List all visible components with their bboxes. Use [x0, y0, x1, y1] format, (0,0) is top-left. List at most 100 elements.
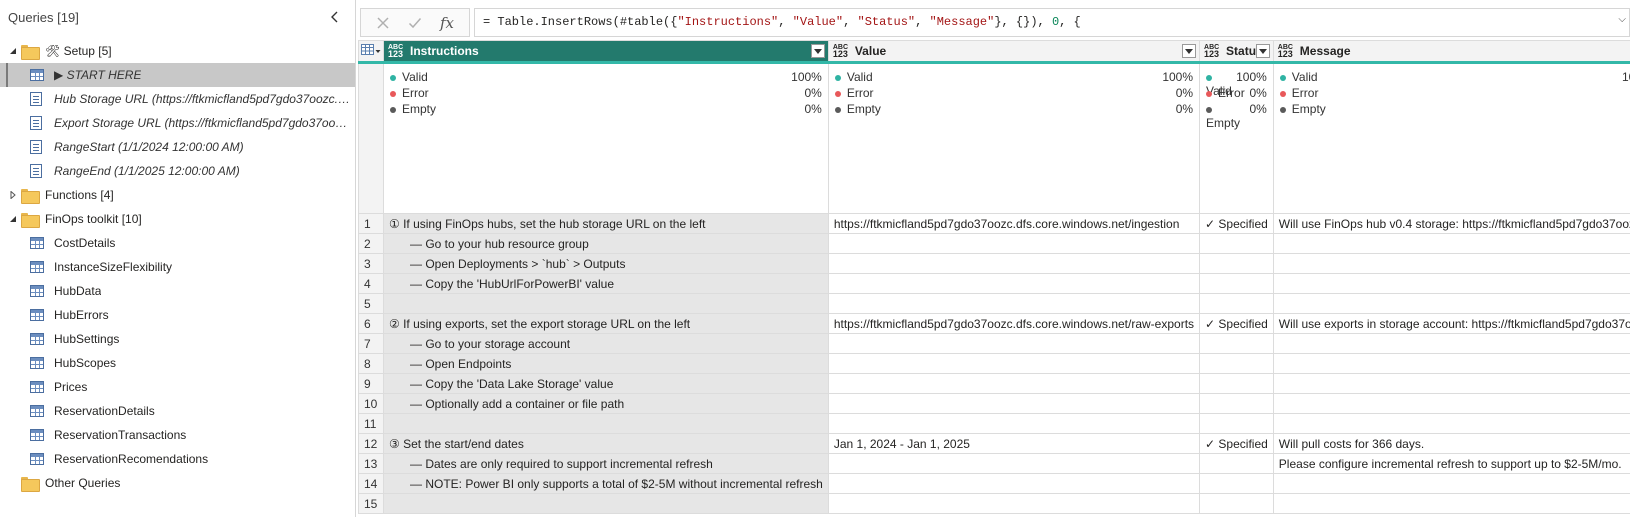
query-tree-item[interactable]: HubErrors [0, 303, 355, 327]
row-number[interactable]: 9 [358, 373, 384, 394]
cell-value[interactable] [827, 273, 1201, 294]
row-number[interactable]: 14 [358, 473, 384, 494]
query-tree-item[interactable]: Export Storage URL (https://ftkmicfland5… [0, 111, 355, 135]
row-number[interactable]: 10 [358, 393, 384, 414]
query-tree-item[interactable]: InstanceSizeFlexibility [0, 255, 355, 279]
cell-instructions[interactable]: — Optionally add a container or file pat… [383, 393, 829, 414]
cell-instructions[interactable]: — Open Endpoints [383, 353, 829, 374]
row-number[interactable]: 4 [358, 273, 384, 294]
column-header-status[interactable]: ABC 123 Status [1199, 40, 1274, 64]
cell-status[interactable] [1199, 353, 1274, 374]
cell-value[interactable] [827, 393, 1201, 414]
expanded-triangle-icon[interactable] [8, 207, 18, 231]
cell-message[interactable] [1272, 293, 1630, 314]
commit-formula-button[interactable] [403, 11, 427, 35]
query-tree-item[interactable]: HubSettings [0, 327, 355, 351]
row-number[interactable]: 13 [358, 453, 384, 474]
cell-status[interactable]: ✓ Specified [1199, 213, 1274, 234]
cell-message[interactable]: Will pull costs for 366 days. [1272, 433, 1630, 454]
collapsed-triangle-icon[interactable] [8, 471, 18, 495]
cell-instructions[interactable]: — Copy the 'HubUrlForPowerBI' value [383, 273, 829, 294]
any-type-icon[interactable]: ABC 123 [388, 44, 404, 59]
cell-message[interactable] [1272, 353, 1630, 374]
cell-status[interactable] [1199, 373, 1274, 394]
cell-value[interactable] [827, 413, 1201, 434]
collapsed-triangle-icon[interactable] [8, 183, 18, 207]
row-number[interactable]: 6 [358, 313, 384, 334]
row-number[interactable]: 3 [358, 253, 384, 274]
query-tree-item[interactable]: FinOps toolkit [10] [0, 207, 355, 231]
query-tree-item[interactable]: RangeStart (1/1/2024 12:00:00 AM) [0, 135, 355, 159]
cell-message[interactable] [1272, 273, 1630, 294]
cell-instructions[interactable]: ① If using FinOps hubs, set the hub stor… [383, 213, 829, 234]
cell-value[interactable]: https://ftkmicfland5pd7gdo37oozc.dfs.cor… [827, 213, 1201, 234]
row-number[interactable]: 12 [358, 433, 384, 454]
query-tree-item[interactable]: ReservationDetails [0, 399, 355, 423]
cell-instructions[interactable]: — Open Deployments > `hub` > Outputs [383, 253, 829, 274]
cell-status[interactable] [1199, 253, 1274, 274]
any-type-icon[interactable]: ABC 123 [1278, 44, 1294, 59]
cell-instructions[interactable]: ③ Set the start/end dates [383, 433, 829, 454]
cell-message[interactable] [1272, 253, 1630, 274]
cancel-formula-button[interactable] [371, 11, 395, 35]
cell-value[interactable] [827, 333, 1201, 354]
cell-status[interactable] [1199, 493, 1274, 514]
cell-message[interactable] [1272, 393, 1630, 414]
cell-message[interactable] [1272, 233, 1630, 254]
cell-message[interactable] [1272, 373, 1630, 394]
cell-message[interactable] [1272, 413, 1630, 434]
cell-message[interactable] [1272, 333, 1630, 354]
query-tree-item[interactable]: HubScopes [0, 351, 355, 375]
cell-status[interactable] [1199, 333, 1274, 354]
cell-status[interactable] [1199, 413, 1274, 434]
row-number[interactable]: 8 [358, 353, 384, 374]
column-header-instructions[interactable]: ABC 123 Instructions [383, 40, 829, 64]
row-number[interactable]: 1 [358, 213, 384, 234]
cell-value[interactable] [827, 473, 1201, 494]
cell-status[interactable]: ✓ Specified [1199, 313, 1274, 334]
column-header-message[interactable]: ABC 123 Message [1272, 40, 1630, 64]
cell-message[interactable]: Please configure incremental refresh to … [1272, 453, 1630, 474]
cell-instructions[interactable]: — Dates are only required to support inc… [383, 453, 829, 474]
cell-status[interactable] [1199, 293, 1274, 314]
insert-function-button[interactable]: fx [435, 11, 459, 35]
cell-instructions[interactable] [383, 493, 829, 514]
query-tree-item[interactable]: RangeEnd (1/1/2025 12:00:00 AM) [0, 159, 355, 183]
cell-status[interactable] [1199, 473, 1274, 494]
cell-status[interactable] [1199, 273, 1274, 294]
row-number[interactable]: 7 [358, 333, 384, 354]
column-filter-dropdown[interactable] [810, 44, 825, 58]
row-number[interactable]: 11 [358, 413, 384, 434]
collapse-pane-button[interactable] [325, 7, 345, 27]
cell-instructions[interactable] [383, 413, 829, 434]
cell-message[interactable] [1272, 473, 1630, 494]
column-filter-dropdown[interactable] [1182, 44, 1197, 58]
query-tree-item[interactable]: Hub Storage URL (https://ftkmicfland5pd7… [0, 87, 355, 111]
cell-instructions[interactable]: — NOTE: Power BI only supports a total o… [383, 473, 829, 494]
query-tree-item[interactable]: Functions [4] [0, 183, 355, 207]
cell-message[interactable] [1272, 493, 1630, 514]
cell-value[interactable]: Jan 1, 2024 - Jan 1, 2025 [827, 433, 1201, 454]
query-tree-item[interactable]: CostDetails [0, 231, 355, 255]
cell-instructions[interactable]: — Go to your hub resource group [383, 233, 829, 254]
cell-value[interactable] [827, 373, 1201, 394]
query-tree-item[interactable]: HubData [0, 279, 355, 303]
cell-instructions[interactable]: — Copy the 'Data Lake Storage' value [383, 373, 829, 394]
cell-status[interactable] [1199, 393, 1274, 414]
table-menu-button[interactable] [358, 40, 384, 64]
query-tree-item[interactable]: Other Queries [0, 471, 355, 495]
cell-status[interactable] [1199, 233, 1274, 254]
query-tree-item[interactable]: ▶ START HERE [0, 63, 355, 87]
cell-value[interactable] [827, 493, 1201, 514]
row-number[interactable]: 15 [358, 493, 384, 514]
row-number[interactable]: 2 [358, 233, 384, 254]
cell-instructions[interactable]: ② If using exports, set the export stora… [383, 313, 829, 334]
query-tree-item[interactable]: 🛠 Setup [5] [0, 39, 355, 63]
query-tree-item[interactable]: ReservationRecomendations [0, 447, 355, 471]
cell-instructions[interactable] [383, 293, 829, 314]
row-number[interactable]: 5 [358, 293, 384, 314]
query-tree-item[interactable]: ReservationTransactions [0, 423, 355, 447]
cell-value[interactable] [827, 233, 1201, 254]
cell-value[interactable] [827, 353, 1201, 374]
chevron-down-icon[interactable]: ⌵ [1618, 14, 1626, 25]
